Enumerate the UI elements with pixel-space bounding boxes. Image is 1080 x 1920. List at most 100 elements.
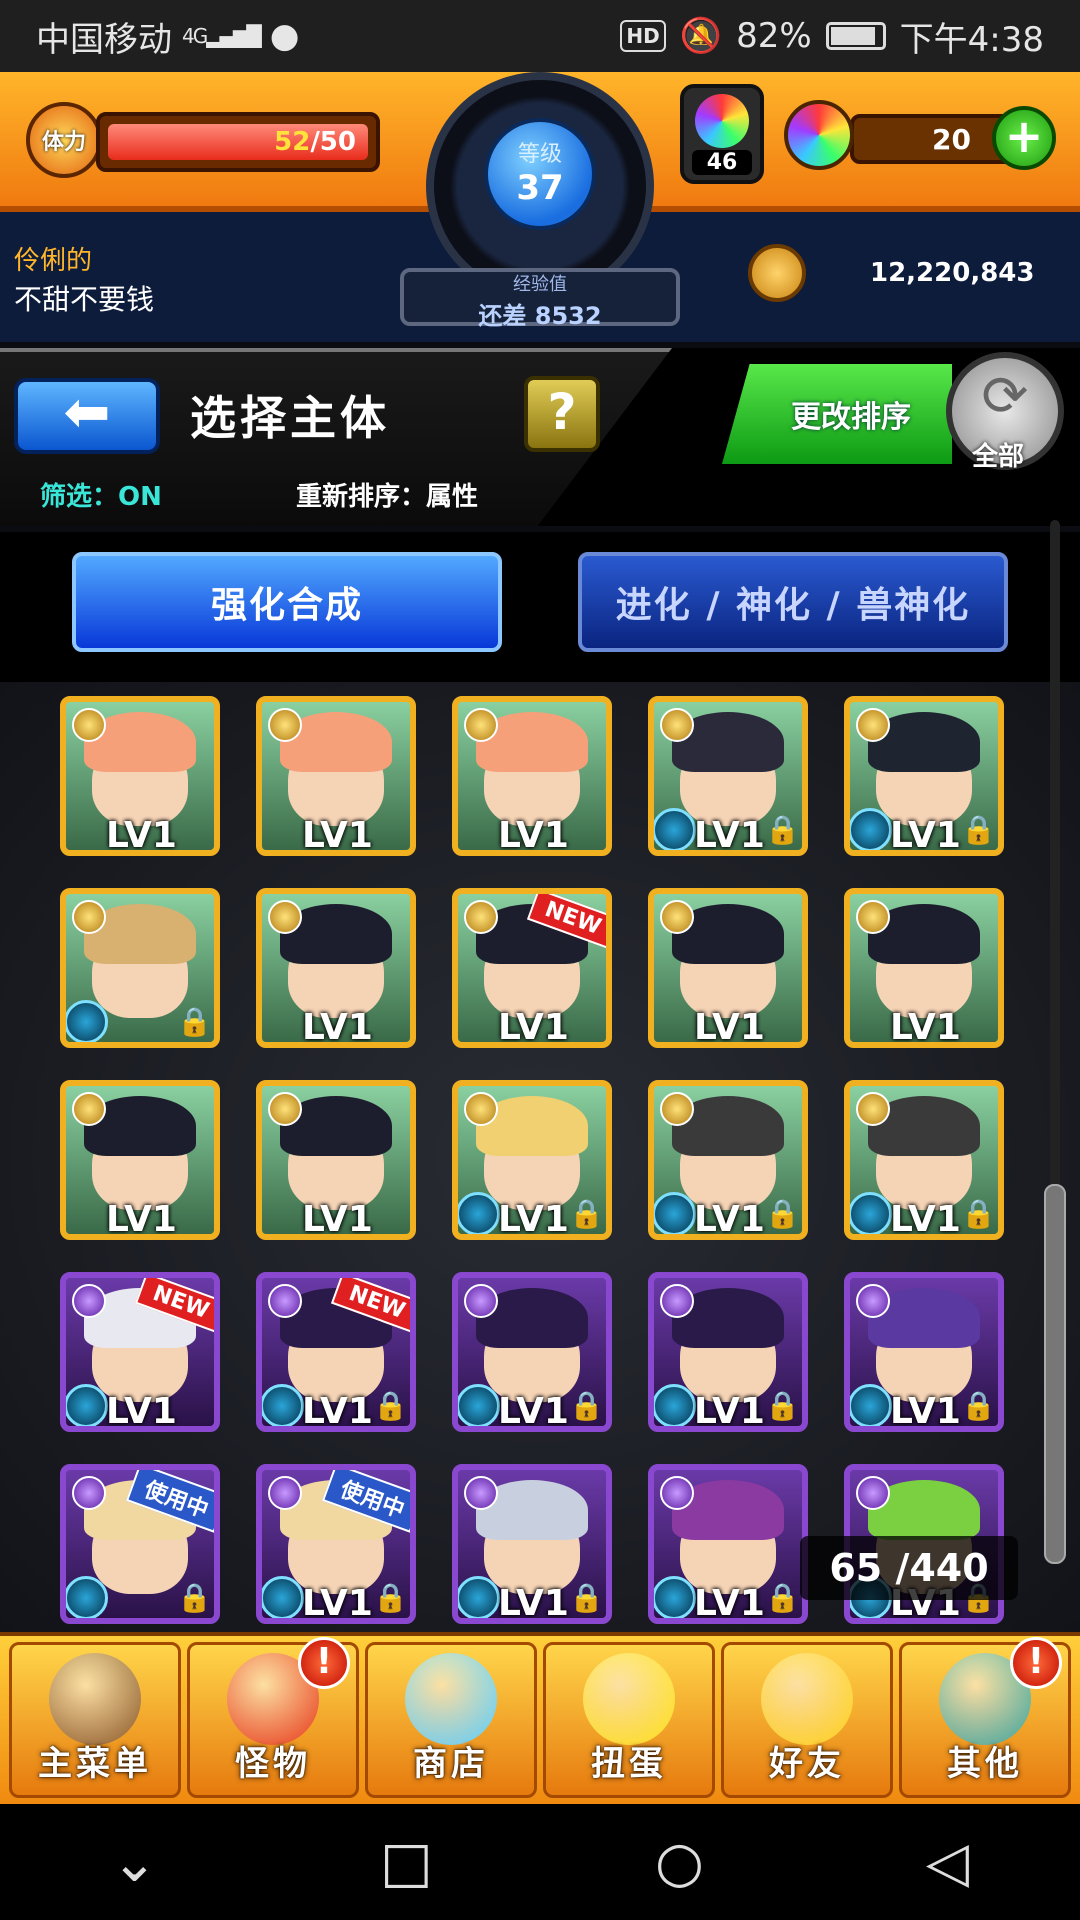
add-orb-button[interactable]: + [992, 106, 1056, 170]
monster-level: LV1 [302, 1007, 373, 1048]
element-icon [464, 708, 498, 742]
nav-label: 其他 [947, 1744, 1023, 1784]
monster-level: LV1 [694, 1007, 765, 1048]
element-icon [660, 708, 694, 742]
monster-card[interactable]: LV1🔒 [452, 1080, 612, 1240]
monster-level: LV1 [890, 815, 961, 856]
monster-card[interactable]: LV1 [60, 1080, 220, 1240]
nav-item-gate[interactable]: 主菜单 [9, 1642, 181, 1798]
element-icon [268, 1092, 302, 1126]
monster-row: LV1 LV1 LV1 🔒 LV1 🔒 LV1 🔒 [60, 1080, 1020, 1240]
monster-card[interactable]: LV1 🔒 NEW [256, 1272, 416, 1432]
orb-icon [784, 100, 854, 170]
monster-card[interactable]: LV1 [256, 696, 416, 856]
nav-label: 扭蛋 [591, 1744, 667, 1784]
tab-strengthen[interactable]: 强化合成 [72, 552, 502, 652]
monster-card[interactable]: LV1 [256, 888, 416, 1048]
network-type: 4G [182, 24, 208, 48]
exp-remaining: 还差 8532 [478, 302, 602, 330]
nav-item-egg[interactable]: 扭蛋 [543, 1642, 715, 1798]
monster-card[interactable]: 🔒 使用中 [60, 1464, 220, 1624]
monster-card[interactable]: LV1 🔒 使用中 [256, 1464, 416, 1624]
soul-orb-icon [850, 1192, 892, 1234]
game-header: 体力 52/50 等级 37 经验值 还差 8532 46 20 + 伶俐的 不… [0, 72, 1080, 342]
nav-item-orb[interactable]: 商店 [365, 1642, 537, 1798]
level-label: 等级 [517, 142, 562, 167]
orb-count: 20 [932, 122, 971, 156]
change-sort-button[interactable]: 更改排序 [722, 364, 952, 464]
monster-card[interactable]: LV1 [452, 696, 612, 856]
lock-icon: 🔒 [569, 1581, 604, 1614]
monster-card[interactable]: LV1🔒 [648, 1080, 808, 1240]
back-icon[interactable]: ◁ [926, 1830, 969, 1895]
monster-card[interactable]: LV1 NEW [60, 1272, 220, 1432]
monster-card[interactable]: LV1 [844, 888, 1004, 1048]
gem-icon [695, 94, 749, 148]
monster-level: LV1 [890, 1199, 961, 1240]
soul-orb-icon [458, 1192, 500, 1234]
soul-orb-icon [66, 1000, 108, 1042]
nav-item-other[interactable]: 其他! [899, 1637, 1071, 1798]
back-button[interactable]: ⬅ [14, 378, 160, 454]
collapse-icon[interactable]: ⌄ [111, 1830, 158, 1895]
monster-card[interactable]: LV1 [648, 888, 808, 1048]
player-name: 不甜不要钱 [14, 283, 155, 316]
tab-evolve[interactable]: 进化 / 神化 / 兽神化 [578, 552, 1008, 652]
screen: 中国移动 4G▂▄▆█ ● HD 🔕 82% 下午4:38 体力 52/50 等… [0, 0, 1080, 1920]
lock-icon: 🔒 [569, 1389, 604, 1422]
element-icon [856, 900, 890, 934]
monster-card[interactable]: LV1🔒 [648, 1464, 808, 1624]
monster-card[interactable]: LV1🔒 [844, 1080, 1004, 1240]
monster-level: LV1 [694, 1199, 765, 1240]
home-icon[interactable]: ○ [655, 1830, 704, 1895]
level-badge[interactable]: 等级 37 [426, 72, 654, 300]
monster-card[interactable]: LV1🔒 [648, 696, 808, 856]
element-icon [464, 900, 498, 934]
all-toggle-button[interactable]: ⟳ 全部 [946, 352, 1064, 472]
exp-box: 经验值 还差 8532 [400, 268, 680, 330]
filter-status[interactable]: 筛选：ON [40, 476, 162, 513]
hd-icon: HD [620, 20, 666, 52]
monster-level: LV1 [498, 815, 569, 856]
monster-card[interactable]: LV1 [60, 696, 220, 856]
element-icon [268, 1284, 302, 1318]
scrollbar-thumb[interactable] [1044, 1184, 1066, 1564]
page-title: 选择主体 [190, 391, 390, 445]
gold-coin-icon [748, 244, 806, 302]
monster-row: LV1 LV1 LV1 LV1 🔒 LV1 🔒 [60, 696, 1020, 856]
action-tabs: 强化合成 进化 / 神化 / 兽神化 [0, 532, 1080, 682]
element-icon [856, 708, 890, 742]
monster-card[interactable]: LV1 NEW [452, 888, 612, 1048]
monster-card[interactable]: LV1🔒 [844, 696, 1004, 856]
nav-label: 主菜单 [38, 1744, 152, 1784]
element-icon [464, 1476, 498, 1510]
wechat-icon: ● [269, 16, 300, 56]
monster-card[interactable]: 🔒 [60, 888, 220, 1048]
element-icon [660, 1092, 694, 1126]
monster-card[interactable]: LV1🔒 [844, 1272, 1004, 1432]
stamina-current: 52 [274, 127, 311, 157]
help-button[interactable]: ? [524, 376, 600, 452]
monster-level: LV1 [694, 1391, 765, 1432]
bottom-nav: 主菜单 怪物! 商店 扭蛋 好友 其他! [0, 1632, 1080, 1804]
nav-label: 好友 [769, 1744, 845, 1784]
nav-label: 商店 [413, 1744, 489, 1784]
monster-card[interactable]: LV1🔒 [648, 1272, 808, 1432]
nav-item-monster[interactable]: 怪物! [187, 1637, 359, 1798]
monster-card[interactable]: LV1🔒 [452, 1464, 612, 1624]
level-core: 等级 37 [484, 118, 596, 230]
monster-level: LV1 [302, 1199, 373, 1240]
soul-orb-icon [262, 1384, 304, 1426]
monster-card[interactable]: LV1 [256, 1080, 416, 1240]
lock-icon: 🔒 [177, 1005, 212, 1038]
gem-counter[interactable]: 46 [680, 84, 764, 184]
egg-icon [583, 1653, 675, 1745]
lock-icon: 🔒 [765, 1197, 800, 1230]
monster-card[interactable]: LV1🔒 [452, 1272, 612, 1432]
nav-label: 怪物 [235, 1744, 311, 1784]
recents-icon[interactable]: □ [380, 1830, 433, 1895]
element-icon [660, 1284, 694, 1318]
element-icon [268, 900, 302, 934]
nav-item-friends[interactable]: 好友 [721, 1642, 893, 1798]
orb-icon [405, 1653, 497, 1745]
